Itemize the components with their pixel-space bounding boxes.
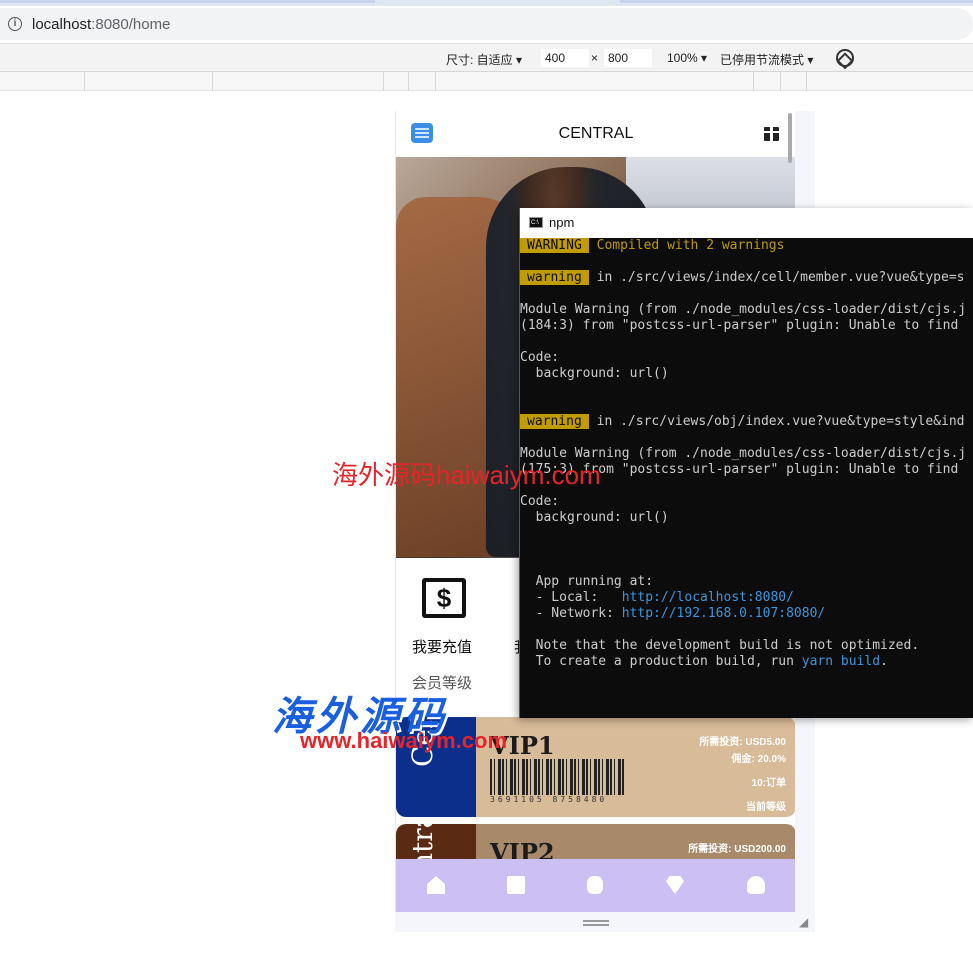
vip-investment: 所需投资: USD200.00 (688, 844, 786, 855)
device-width-input[interactable]: 400 (541, 49, 589, 67)
console-line-text: in ./src/views/index/cell/member.vue?vue… (588, 270, 965, 285)
console-line: WARNING Compiled with 2 warnings (520, 238, 784, 254)
zoom-dropdown[interactable]: 100% ▾ (667, 51, 707, 65)
ruler-tick (806, 72, 807, 91)
ruler-tick (780, 72, 781, 91)
yarn-build-command: yarn build (801, 654, 881, 669)
cmd-icon (529, 217, 543, 228)
address-bar: i localhost:8080/home (0, 6, 973, 44)
bottom-tab-bar (396, 859, 795, 912)
viewport-resize-corner-icon[interactable]: ◢ (799, 916, 811, 928)
user-icon[interactable] (747, 876, 765, 894)
app-title: CENTRAL (558, 125, 634, 142)
info-icon[interactable]: i (8, 17, 22, 31)
ruler-tick (753, 72, 754, 91)
url-field[interactable]: i localhost:8080/home (0, 8, 973, 40)
vip-card-body: VIP1 3691105 8758480 所需投资: USD5.00 佣金: 2… (476, 717, 795, 817)
console-line-text: Compiled with 2 warnings (588, 238, 785, 253)
watermark-url: www.haiwaiym.com (300, 728, 508, 753)
network-url-link[interactable]: http://192.168.0.107:8080/ (622, 606, 826, 621)
local-url-link[interactable]: http://localhost:8080/ (622, 590, 794, 605)
vip-investment: 所需投资: USD5.00 (699, 737, 786, 748)
viewport-scrollbar[interactable] (788, 113, 792, 163)
warning-badge: warning (520, 270, 589, 285)
console-line: warning in ./src/views/index/cell/member… (520, 270, 964, 286)
viewport-resize-handle[interactable] (583, 920, 609, 926)
console-title: npm (549, 215, 575, 230)
gift-icon[interactable] (764, 124, 779, 141)
console-line-text: - Network: (520, 606, 622, 621)
barcode-number: 3691105 8758480 (490, 795, 608, 804)
throttle-dropdown[interactable]: 已停用节流模式 ▾ (720, 51, 813, 68)
warning-badge: warning (520, 414, 589, 429)
home-icon[interactable] (427, 876, 445, 894)
recharge-button[interactable]: 我要充值 (412, 636, 472, 657)
dimension-separator: × (591, 51, 599, 65)
console-line: background: url() (520, 510, 669, 525)
console-line-text: in ./src/views/obj/index.vue?vue&type=st… (588, 414, 965, 429)
console-line: - Network: http://192.168.0.107:8080/ (520, 606, 826, 622)
url-host: localhost (32, 16, 92, 33)
device-size-dropdown[interactable]: 尺寸: 自适应 ▾ (446, 51, 522, 68)
console-line-text: To create a production build, run (520, 654, 802, 669)
orders-icon[interactable] (507, 876, 525, 894)
ruler-tick (212, 72, 213, 91)
console-line: Code: (520, 494, 560, 509)
ruler-tick (84, 72, 85, 91)
ruler-tick (383, 72, 384, 91)
device-height-input[interactable]: 800 (604, 49, 652, 67)
warning-badge: WARNING (520, 238, 589, 253)
console-line: Code: (520, 350, 560, 365)
vip-orders: 10:订单 (751, 778, 786, 789)
vip-current-level-badge: 当前等级 (746, 802, 786, 813)
ruler-tick (435, 72, 436, 91)
dollar-icon[interactable]: $ (422, 578, 466, 618)
watermark-text: 海外源码haiwaiym.com (332, 460, 601, 490)
console-line: - Local: http://localhost:8080/ (520, 590, 794, 606)
barcode-image (490, 759, 626, 795)
rotate-icon[interactable] (832, 45, 858, 71)
console-line-text: - Local: (520, 590, 622, 605)
url-text[interactable]: localhost:8080/home (32, 16, 170, 33)
vip-icon[interactable] (666, 876, 684, 894)
console-line-tail: . (880, 654, 888, 669)
device-toolbar: 尺寸: 自适应 ▾ 400 × 800 100% ▾ 已停用节流模式 ▾ (0, 44, 973, 72)
media-query-ruler[interactable] (0, 72, 973, 91)
console-titlebar[interactable]: npm (520, 208, 973, 238)
console-line: (184:3) from "postcss-url-parser" plugin… (520, 318, 959, 333)
browser-tab[interactable] (620, 0, 973, 3)
ruler-tick (408, 72, 409, 91)
console-line: Note that the development build is not o… (520, 638, 920, 653)
console-line: background: url() (520, 366, 669, 381)
console-line: App running at: (520, 574, 654, 589)
app-header: CENTRAL (396, 111, 795, 157)
console-line: warning in ./src/views/obj/index.vue?vue… (520, 414, 964, 430)
console-line: Module Warning (from ./node_modules/css-… (520, 302, 967, 317)
vip-commission: 佣金: 20.0% (731, 754, 786, 765)
url-path: :8080/home (91, 16, 171, 33)
browser-tab[interactable] (0, 0, 375, 3)
console-line: To create a production build, run yarn b… (520, 654, 888, 670)
tap-icon[interactable] (587, 876, 603, 894)
